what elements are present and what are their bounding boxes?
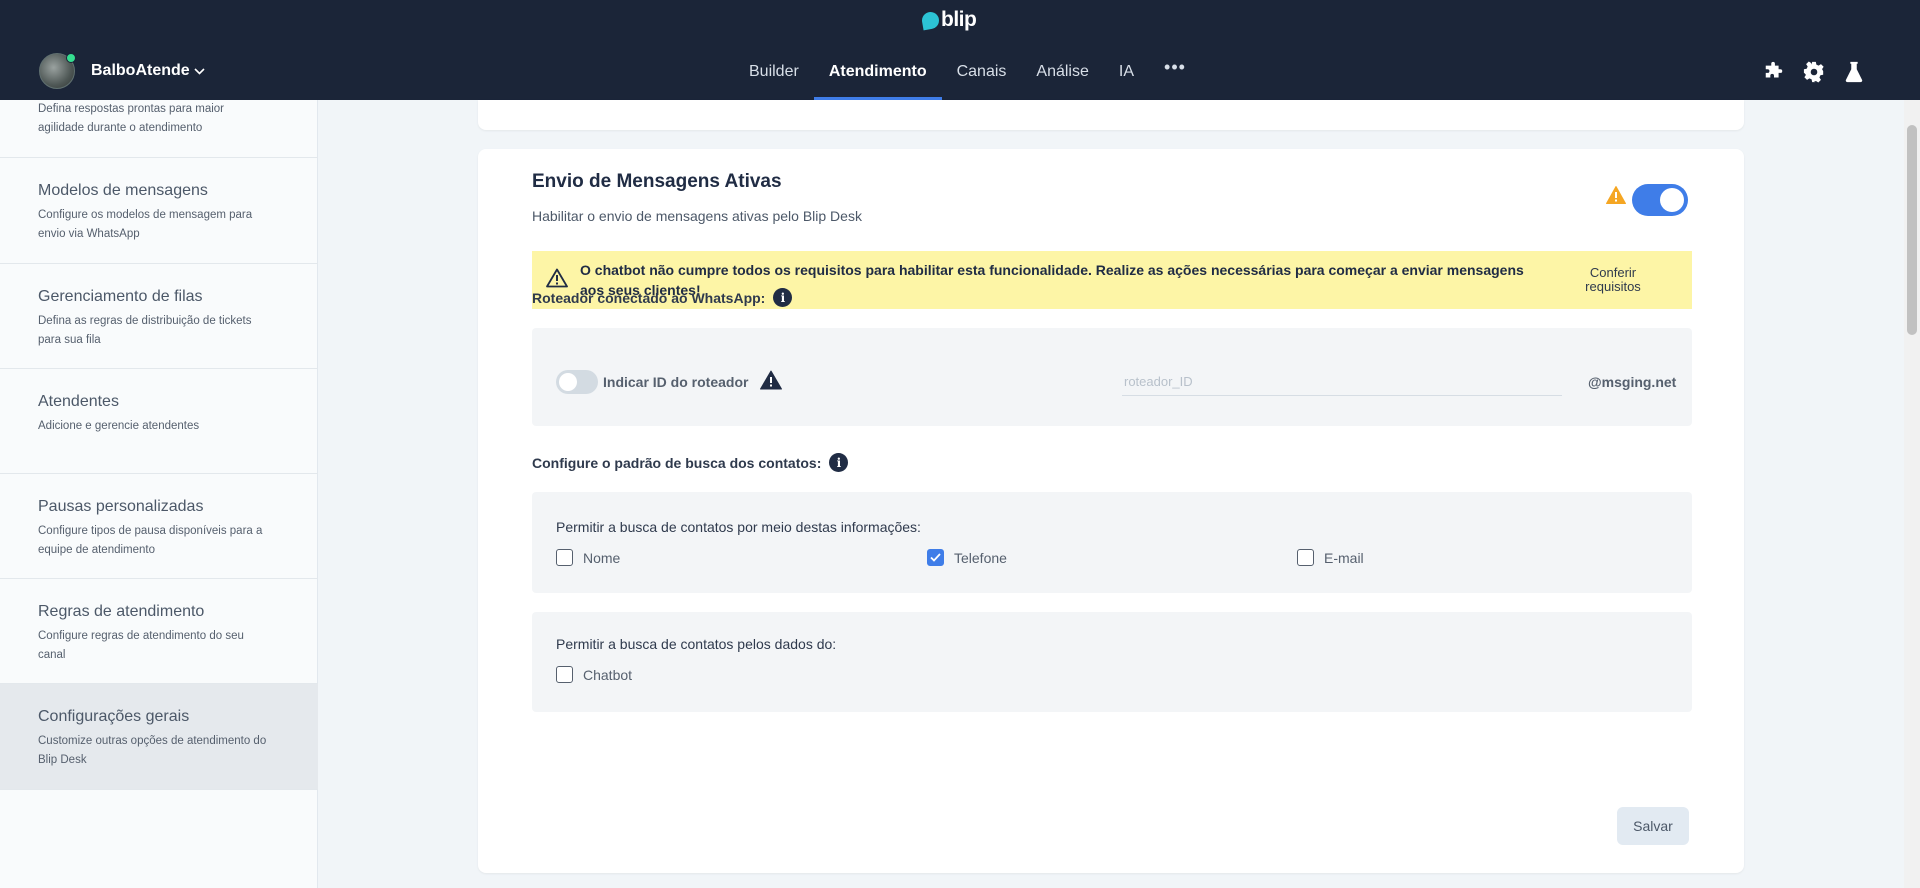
- warning-icon: [1606, 186, 1626, 209]
- sidebar-item-desc: Configure regras de atendimento do seu c…: [38, 630, 244, 661]
- checkbox-label: E-mail: [1324, 549, 1364, 566]
- info-icon[interactable]: i: [773, 288, 793, 307]
- avatar: [39, 53, 76, 89]
- main-nav-tabs: Builder Atendimento Canais Análise IA ••…: [734, 52, 1201, 100]
- settings-sidebar: Defina respostas prontas para maior agil…: [0, 100, 318, 888]
- search-fields-title: Permitir a busca de contatos por meio de…: [556, 519, 921, 535]
- router-id-toggle[interactable]: [556, 370, 598, 394]
- router-domain-suffix: @msging.net: [1588, 374, 1677, 390]
- gear-icon[interactable]: [1802, 60, 1826, 84]
- sidebar-item-atendentes[interactable]: Atendentes Adicione e gerencie atendente…: [0, 369, 318, 474]
- tab-builder[interactable]: Builder: [734, 52, 814, 100]
- sidebar-item-title: Configurações gerais: [38, 708, 190, 725]
- section-title: Envio de Mensagens Ativas: [532, 171, 782, 192]
- check-icon: [930, 553, 941, 562]
- puzzle-icon[interactable]: [1762, 60, 1786, 84]
- router-id-input[interactable]: [1122, 368, 1562, 396]
- checkbox-box: [556, 549, 573, 566]
- online-status-icon: [66, 53, 76, 63]
- data-source-panel: Permitir a busca de contatos pelos dados…: [532, 612, 1692, 712]
- logo-text: blip: [941, 8, 977, 31]
- top-navigation-bar: blip BalboAtende Builder Atendimento Can…: [0, 0, 1920, 100]
- checkbox-email[interactable]: E-mail: [1297, 549, 1364, 566]
- sidebar-item-respostas-prontas[interactable]: Defina respostas prontas para maior agil…: [0, 98, 318, 158]
- chevron-down-icon: [194, 64, 205, 78]
- checkbox-chatbot[interactable]: Chatbot: [556, 666, 632, 683]
- tab-ia[interactable]: IA: [1104, 52, 1149, 100]
- checkbox-label: Telefone: [954, 549, 1007, 566]
- blip-logo[interactable]: blip: [920, 8, 977, 32]
- sidebar-item-regras-de-atendimento[interactable]: Regras de atendimento Configure regras d…: [0, 579, 318, 684]
- tab-analise[interactable]: Análise: [1021, 52, 1103, 100]
- checkbox-label: Chatbot: [583, 666, 633, 683]
- router-panel: Indicar ID do roteador @msging.net: [532, 328, 1692, 426]
- router-label-text: Roteador conectado ao WhatsApp:: [532, 289, 766, 306]
- checkbox-label: Nome: [583, 549, 621, 566]
- sidebar-item-desc: Defina as regras de distribuição de tick…: [38, 315, 252, 346]
- router-section-label: Roteador conectado ao WhatsApp: i: [532, 288, 793, 307]
- sidebar-item-title: Gerenciamento de filas: [38, 288, 203, 305]
- data-source-title: Permitir a busca de contatos pelos dados…: [556, 636, 837, 652]
- sidebar-item-title: Atendentes: [38, 393, 119, 410]
- account-switcher[interactable]: BalboAtende: [39, 53, 205, 89]
- sidebar-item-title: Regras de atendimento: [38, 603, 205, 620]
- section-subtitle: Habilitar o envio de mensagens ativas pe…: [532, 208, 862, 224]
- save-button[interactable]: Salvar: [1617, 807, 1689, 845]
- sidebar-item-configuracoes-gerais[interactable]: Configurações gerais Customize outras op…: [0, 684, 318, 790]
- page-scrollbar[interactable]: [1904, 100, 1920, 888]
- tab-canais[interactable]: Canais: [942, 52, 1022, 100]
- account-name: BalboAtende: [91, 62, 190, 79]
- sidebar-item-desc: Customize outras opções de atendimento d…: [38, 735, 267, 766]
- toggle-knob: [559, 373, 577, 391]
- search-label-text: Configure o padrão de busca dos contatos…: [532, 454, 822, 471]
- sidebar-item-desc: Defina respostas prontas para maior agil…: [38, 103, 225, 134]
- previous-settings-card: [478, 100, 1744, 130]
- checkbox-box: [1297, 549, 1314, 566]
- sidebar-item-desc: Configure tipos de pausa disponíveis par…: [38, 525, 263, 556]
- toggle-knob: [1660, 188, 1684, 212]
- sidebar-item-gerenciamento-de-filas[interactable]: Gerenciamento de filas Defina as regras …: [0, 264, 318, 369]
- search-fields-panel: Permitir a busca de contatos por meio de…: [532, 492, 1692, 593]
- sidebar-item-title: Pausas personalizadas: [38, 498, 204, 515]
- checkbox-box: [927, 549, 944, 566]
- sidebar-item-modelos-de-mensagens[interactable]: Modelos de mensagens Configure os modelo…: [0, 158, 318, 264]
- alert-triangle-icon: [760, 370, 782, 395]
- info-icon[interactable]: i: [829, 453, 849, 472]
- chat-bubble-icon: [920, 10, 941, 30]
- sidebar-item-pausas-personalizadas[interactable]: Pausas personalizadas Configure tipos de…: [0, 474, 318, 579]
- header-actions: [1762, 60, 1866, 84]
- checkbox-telefone[interactable]: Telefone: [927, 549, 1007, 566]
- tab-atendimento[interactable]: Atendimento: [813, 52, 942, 100]
- active-messages-toggle[interactable]: [1632, 184, 1688, 216]
- sidebar-item-desc: Configure os modelos de mensagem para en…: [38, 209, 253, 240]
- more-tabs-button[interactable]: •••: [1149, 52, 1201, 100]
- checkbox-nome[interactable]: Nome: [556, 549, 620, 566]
- router-toggle-label: Indicar ID do roteador: [603, 374, 749, 390]
- sidebar-item-title: Modelos de mensagens: [38, 182, 208, 199]
- search-pattern-label: Configure o padrão de busca dos contatos…: [532, 453, 849, 472]
- check-requirements-link[interactable]: Conferir requisitos: [1568, 266, 1658, 294]
- checkbox-box: [556, 666, 573, 683]
- active-messages-card: Envio de Mensagens Ativas Habilitar o en…: [478, 149, 1744, 873]
- flask-icon[interactable]: [1842, 60, 1866, 84]
- sidebar-item-desc: Adicione e gerencie atendentes: [38, 420, 200, 432]
- scrollbar-thumb[interactable]: [1907, 125, 1917, 335]
